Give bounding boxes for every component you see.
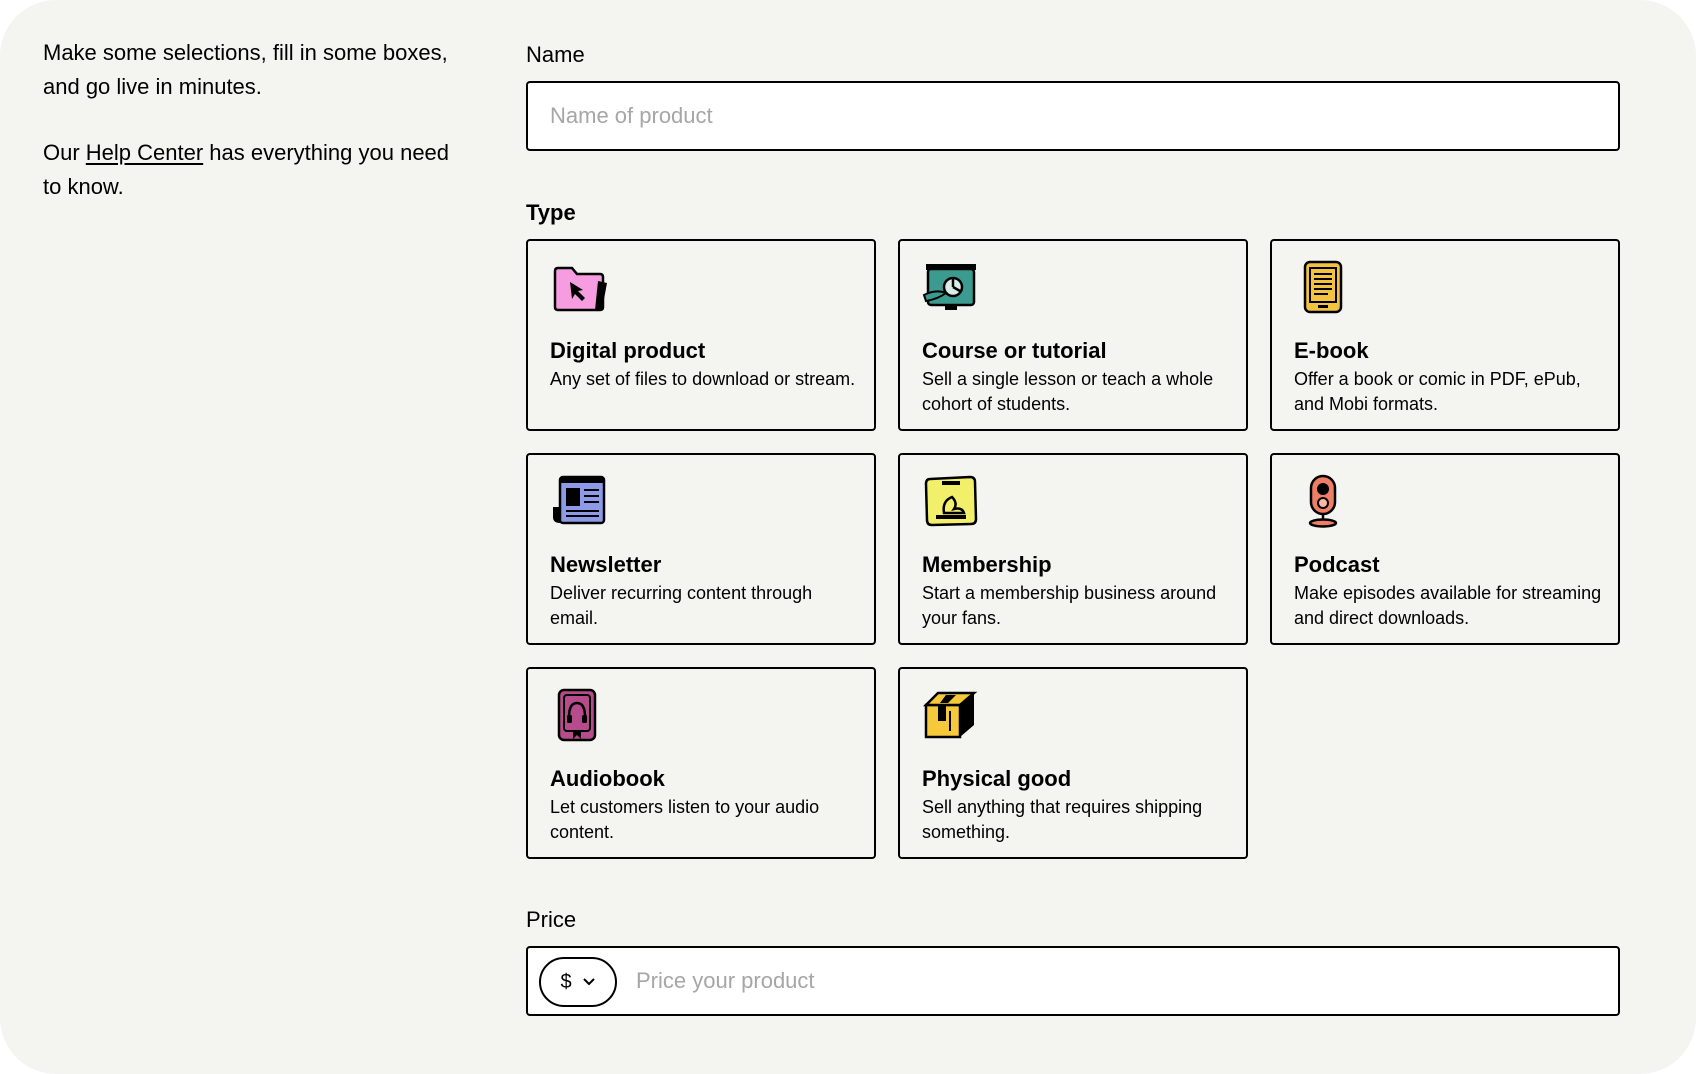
intro-line: Make some selections, fill in some boxes… bbox=[43, 40, 448, 99]
folder-cursor-icon bbox=[553, 266, 607, 312]
newspaper-icon bbox=[553, 475, 606, 525]
intro-text: Make some selections, fill in some boxes… bbox=[43, 36, 463, 236]
type-description: Deliver recurring content through email. bbox=[550, 583, 813, 628]
chevron-down-icon bbox=[582, 978, 595, 986]
type-title: Course or tutorial bbox=[922, 338, 1107, 363]
type-title: Newsletter bbox=[550, 552, 662, 577]
name-label: Name bbox=[526, 42, 585, 67]
help-center-link[interactable]: Help Center bbox=[86, 140, 203, 165]
product-type-grid: Digital product Any set of files to down… bbox=[526, 239, 1620, 859]
type-title: Audiobook bbox=[550, 766, 665, 791]
currency-symbol: $ bbox=[560, 970, 572, 993]
microphone-icon bbox=[1308, 474, 1338, 528]
presentation-board-icon bbox=[922, 264, 976, 310]
type-description: Sell a single lesson or teach a whole co… bbox=[922, 369, 1214, 414]
membership-card-icon bbox=[924, 475, 978, 527]
help-line: Our Help Center has everything you need … bbox=[43, 136, 463, 204]
type-card-course-or-tutorial[interactable]: Course or tutorial Sell a single lesson … bbox=[898, 239, 1248, 431]
help-prefix: Our bbox=[43, 140, 86, 165]
price-field: $ bbox=[526, 946, 1620, 1016]
type-card-physical-good[interactable]: Physical good Sell anything that require… bbox=[898, 667, 1248, 859]
create-product-page: Make some selections, fill in some boxes… bbox=[0, 0, 1696, 1074]
type-title: Digital product bbox=[550, 338, 706, 363]
type-description: Make episodes available for streaming an… bbox=[1294, 583, 1602, 628]
type-card-membership[interactable]: Membership Start a membership business a… bbox=[898, 453, 1248, 645]
type-description: Let customers listen to your audio conte… bbox=[550, 797, 820, 842]
ebook-reader-icon bbox=[1303, 260, 1343, 314]
type-title: Membership bbox=[922, 552, 1052, 577]
type-description: Any set of files to download or stream. bbox=[550, 369, 856, 389]
type-description: Offer a book or comic in PDF, ePub, and … bbox=[1294, 369, 1581, 414]
type-label: Type bbox=[526, 200, 576, 225]
type-card-newsletter[interactable]: Newsletter Deliver recurring content thr… bbox=[526, 453, 876, 645]
currency-select[interactable]: $ bbox=[539, 957, 617, 1007]
type-description: Start a membership business around your … bbox=[922, 583, 1217, 628]
type-card-digital-product[interactable]: Digital product Any set of files to down… bbox=[526, 239, 876, 431]
price-input[interactable] bbox=[624, 948, 1604, 1014]
shipping-box-icon bbox=[922, 691, 978, 739]
type-description: Sell anything that requires shipping som… bbox=[922, 797, 1203, 842]
type-title: Physical good bbox=[922, 766, 1072, 791]
type-card-podcast[interactable]: Podcast Make episodes available for stre… bbox=[1270, 453, 1620, 645]
audiobook-headphones-icon bbox=[557, 688, 597, 742]
type-title: E-book bbox=[1294, 338, 1369, 363]
type-card-e-book[interactable]: E-book Offer a book or comic in PDF, ePu… bbox=[1270, 239, 1620, 431]
product-name-input[interactable] bbox=[526, 81, 1620, 151]
price-label: Price bbox=[526, 907, 577, 932]
type-title: Podcast bbox=[1294, 552, 1380, 577]
type-card-audiobook[interactable]: Audiobook Let customers listen to your a… bbox=[526, 667, 876, 859]
